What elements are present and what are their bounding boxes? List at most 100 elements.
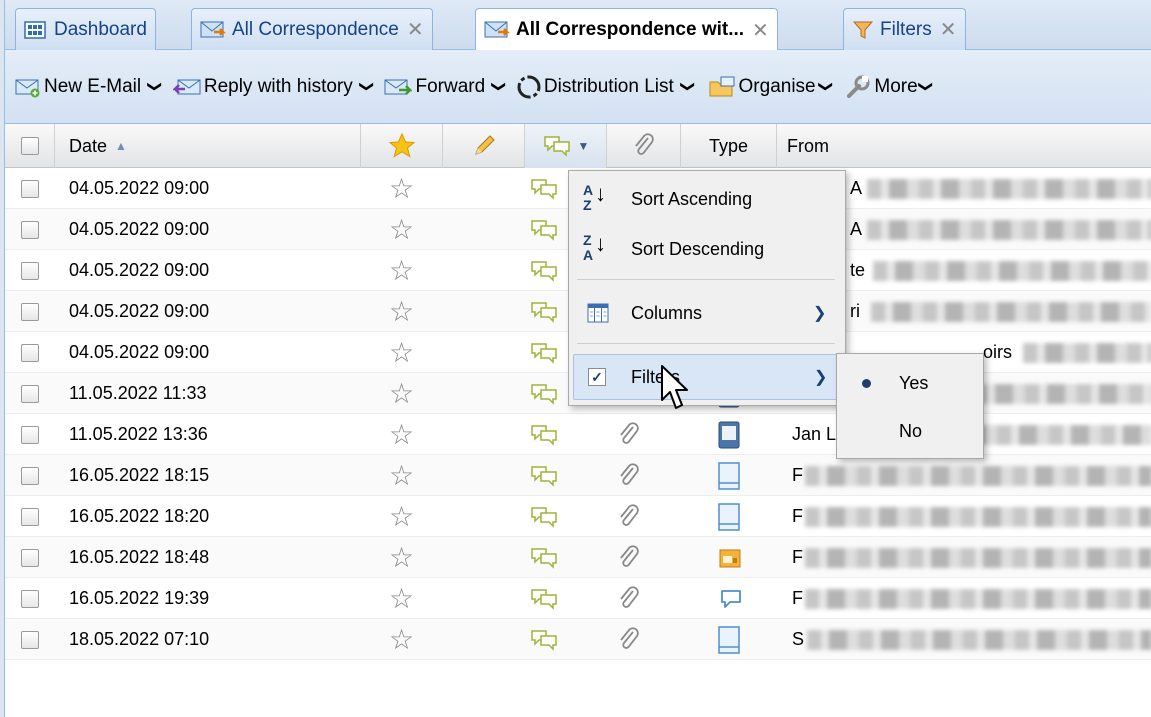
star-outline-icon[interactable]: ☆ [389, 537, 414, 578]
header-note[interactable] [443, 124, 525, 168]
paperclip-icon [620, 421, 639, 444]
menu-columns[interactable]: Columns ❯ [569, 291, 845, 335]
star-outline-icon[interactable]: ☆ [389, 168, 414, 209]
star-outline-icon[interactable]: ☆ [389, 250, 414, 291]
chevron-down-icon[interactable]: ❯ [358, 81, 375, 93]
star-outline-icon[interactable]: ☆ [389, 291, 414, 332]
star-outline-icon[interactable]: ☆ [389, 578, 414, 619]
menu-sort-ascending[interactable]: A Z ↓ Sort Ascending [569, 177, 845, 221]
header-from[interactable]: From [777, 124, 1151, 168]
table-row[interactable]: 16.05.2022 19:39 ☆ F [5, 578, 1151, 619]
redacted-text [805, 507, 1151, 527]
star-outline-icon[interactable]: ☆ [389, 455, 414, 496]
book-icon [718, 421, 740, 448]
close-icon[interactable]: ✕ [752, 18, 769, 43]
header-comments[interactable]: ▼ [525, 124, 607, 168]
star-outline-icon[interactable]: ☆ [389, 209, 414, 250]
menu-label: Columns [631, 302, 703, 323]
comments-icon [531, 506, 557, 528]
tab-filters[interactable]: Filters ✕ [843, 8, 966, 50]
date-cell: 04.05.2022 09:00 [69, 342, 210, 362]
row-checkbox[interactable] [21, 425, 39, 444]
table-row[interactable]: 18.05.2022 07:10 ☆ S [5, 619, 1151, 660]
forward-button[interactable]: Forward ❯ [382, 67, 510, 107]
column-menu: A Z ↓ Sort Ascending Z A ↓ Sort Descendi… [568, 170, 846, 406]
header-select-all[interactable] [5, 124, 55, 168]
filter-submenu: Yes No [836, 353, 984, 459]
row-checkbox[interactable] [21, 220, 39, 239]
redacted-text [805, 589, 1151, 609]
comments-icon [531, 219, 557, 241]
date-cell: 11.05.2022 13:36 [69, 424, 208, 444]
comments-icon [531, 383, 557, 405]
reply-label: Reply with history [203, 75, 353, 97]
chevron-down-icon[interactable]: ❯ [146, 81, 163, 93]
organise-label: Organise [738, 75, 816, 97]
row-checkbox[interactable] [21, 261, 39, 280]
pencil-icon [474, 135, 495, 155]
comments-icon [543, 136, 570, 157]
filter-option-no[interactable]: No [837, 410, 983, 452]
date-cell: 16.05.2022 18:48 [69, 547, 210, 567]
column-menu-trigger[interactable]: ▼ [578, 139, 590, 153]
row-checkbox[interactable] [21, 343, 39, 362]
more-button[interactable]: More ❯ [843, 67, 937, 107]
date-cell: 16.05.2022 19:39 [69, 588, 210, 608]
tab-all-correspondence[interactable]: All Correspondence ✕ [191, 8, 433, 50]
comments-icon [531, 178, 557, 200]
header-flag[interactable] [361, 124, 443, 168]
table-row[interactable]: 16.05.2022 18:15 ☆ F [5, 455, 1151, 496]
row-checkbox[interactable] [21, 179, 39, 198]
star-outline-icon[interactable]: ☆ [389, 496, 414, 537]
radio-selected-icon [862, 378, 871, 388]
paperclip-icon [620, 544, 639, 567]
from-cell: ri [850, 301, 860, 321]
row-checkbox[interactable] [21, 548, 39, 567]
chevron-down-icon[interactable]: ❯ [679, 81, 696, 93]
row-checkbox[interactable] [21, 507, 39, 526]
more-label: More [874, 75, 918, 97]
star-outline-icon[interactable]: ☆ [389, 619, 414, 660]
tab-dashboard[interactable]: Dashboard [15, 8, 156, 50]
close-icon[interactable]: ✕ [940, 17, 957, 42]
header-date[interactable]: Date ▲ [55, 124, 361, 168]
star-outline-icon[interactable]: ☆ [389, 373, 414, 414]
menu-sort-descending[interactable]: Z A ↓ Sort Descending [569, 227, 845, 271]
header-date-label: Date [69, 135, 108, 156]
header-attachment[interactable] [607, 124, 681, 168]
distribution-list-button[interactable]: Distribution List ❯ [515, 67, 700, 107]
table-row[interactable]: 16.05.2022 18:20 ☆ F [5, 496, 1151, 537]
menu-label: No [899, 420, 923, 441]
chevron-down-icon[interactable]: ❯ [917, 81, 934, 93]
filter-option-yes[interactable]: Yes [837, 362, 983, 404]
filters-checkbox-checked[interactable]: ✓ [588, 368, 606, 386]
row-checkbox[interactable] [21, 589, 39, 608]
star-outline-icon[interactable]: ☆ [389, 414, 414, 455]
row-checkbox[interactable] [21, 302, 39, 321]
toolbar: New E-Mail ❯ Reply with history ❯ Forwar… [5, 50, 1151, 124]
menu-filters[interactable]: ✓ Filters ❯ [573, 354, 841, 400]
tab-label: Dashboard [54, 18, 147, 40]
chevron-down-icon[interactable]: ❯ [491, 81, 508, 93]
organise-button[interactable]: Organise ❯ [706, 67, 838, 107]
star-outline-icon[interactable]: ☆ [389, 332, 414, 373]
header-type[interactable]: Type [681, 124, 777, 168]
chevron-right-icon: ❯ [814, 369, 828, 386]
date-cell: 04.05.2022 09:00 [69, 178, 210, 198]
chevron-down-icon[interactable]: ❯ [817, 81, 834, 93]
row-checkbox[interactable] [21, 466, 39, 485]
close-icon[interactable]: ✕ [407, 17, 424, 42]
row-checkbox[interactable] [21, 630, 39, 649]
menu-separator [577, 343, 835, 344]
tab-all-correspondence-with[interactable]: All Correspondence wit... ✕ [475, 8, 778, 51]
date-cell: 16.05.2022 18:20 [69, 506, 210, 526]
mail-tab-icon [200, 21, 226, 37]
row-checkbox[interactable] [21, 384, 39, 403]
comments-icon [531, 424, 557, 446]
select-all-checkbox[interactable] [20, 137, 39, 155]
redacted-text [873, 261, 1151, 281]
table-row[interactable]: 16.05.2022 18:48 ☆ F [5, 537, 1151, 578]
tab-bar: Dashboard All Correspondence ✕ All Corre… [5, 0, 1151, 51]
new-email-button[interactable]: New E-Mail ❯ [13, 67, 167, 107]
reply-with-history-button[interactable]: Reply with history ❯ [171, 67, 379, 107]
